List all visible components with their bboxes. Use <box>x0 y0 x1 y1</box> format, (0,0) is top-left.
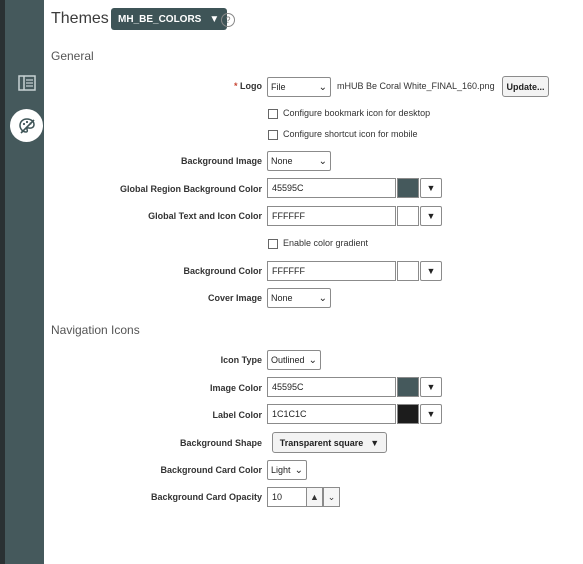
chevron-down-icon: ⌄ <box>308 354 317 366</box>
background-image-label: Background Image <box>180 156 262 166</box>
cover-image-label: Cover Image <box>207 293 262 303</box>
chevron-down-icon: ⌄ <box>318 155 327 167</box>
palette-icon[interactable] <box>10 109 43 142</box>
background-image-select[interactable]: None ⌄ <box>267 151 331 171</box>
global-region-bg-label: Global Region Background Color <box>119 184 262 194</box>
background-color-input[interactable]: FFFFFF <box>267 261 396 281</box>
chevron-down-icon: ⌄ <box>294 464 303 476</box>
image-color-input[interactable]: 45595C <box>267 377 396 397</box>
global-region-bg-swatch[interactable] <box>397 178 419 198</box>
side-rail <box>5 0 44 564</box>
background-color-picker-button[interactable]: ▼ <box>420 261 442 281</box>
color-gradient-checkbox[interactable] <box>268 239 278 249</box>
shortcut-icon-checkbox-label: Configure shortcut icon for mobile <box>283 129 418 139</box>
caret-down-icon: ▼ <box>370 437 380 448</box>
bookmark-icon-checkbox[interactable] <box>268 109 278 119</box>
chevron-down-icon: ⌄ <box>318 81 327 93</box>
section-general-heading: General <box>51 49 94 63</box>
background-card-color-label: Background Card Color <box>160 465 262 475</box>
global-text-icon-input[interactable]: FFFFFF <box>267 206 396 226</box>
caret-down-icon: ▼ <box>209 13 220 25</box>
label-color-label: Label Color <box>212 410 262 420</box>
global-text-icon-swatch[interactable] <box>397 206 419 226</box>
help-icon[interactable]: ? <box>221 13 235 27</box>
label-color-picker-button[interactable]: ▼ <box>420 404 442 424</box>
logo-filename: mHUB Be Coral White_FINAL_160.png <box>337 81 495 91</box>
image-color-label: Image Color <box>209 383 262 393</box>
label-color-swatch[interactable] <box>397 404 419 424</box>
background-card-opacity-input[interactable]: 10 <box>267 487 307 507</box>
icon-type-select[interactable]: Outlined ⌄ <box>267 350 321 370</box>
background-shape-button[interactable]: Transparent square ▼ <box>272 432 387 453</box>
update-logo-button[interactable]: Update... <box>502 76 549 97</box>
color-gradient-checkbox-label: Enable color gradient <box>283 238 369 248</box>
background-color-label: Background Color <box>183 266 262 276</box>
image-color-picker-button[interactable]: ▼ <box>420 377 442 397</box>
logo-type-select[interactable]: File ⌄ <box>267 77 331 97</box>
increment-icon[interactable]: ▲ <box>306 487 323 507</box>
bookmark-icon-checkbox-label: Configure bookmark icon for desktop <box>283 108 431 118</box>
theme-selector-label: MH_BE_COLORS <box>118 13 202 25</box>
background-card-color-select[interactable]: Light ⌄ <box>267 460 307 480</box>
cover-image-select[interactable]: None ⌄ <box>267 288 331 308</box>
section-navigation-icons-heading: Navigation Icons <box>51 323 140 337</box>
global-text-icon-picker-button[interactable]: ▼ <box>420 206 442 226</box>
background-shape-label: Background Shape <box>179 438 262 448</box>
decrement-icon[interactable]: ⌄ <box>323 487 340 507</box>
label-color-input[interactable]: 1C1C1C <box>267 404 396 424</box>
global-region-bg-input[interactable]: 45595C <box>267 178 396 198</box>
image-color-swatch[interactable] <box>397 377 419 397</box>
background-card-opacity-label: Background Card Opacity <box>150 492 262 502</box>
page-title: Themes <box>51 10 109 27</box>
theme-selector-button[interactable]: MH_BE_COLORS ▼ <box>111 8 228 30</box>
chevron-down-icon: ⌄ <box>318 292 327 304</box>
theme-editor: Themes MH_BE_COLORS ▼ ? General * Logo F… <box>44 0 583 564</box>
background-color-swatch[interactable] <box>397 261 419 281</box>
logo-label: * Logo <box>233 81 262 91</box>
global-text-icon-label: Global Text and Icon Color <box>148 211 262 221</box>
shortcut-icon-checkbox[interactable] <box>268 130 278 140</box>
page-layout-icon[interactable] <box>10 66 43 99</box>
global-region-bg-picker-button[interactable]: ▼ <box>420 178 442 198</box>
icon-type-label: Icon Type <box>220 355 262 365</box>
